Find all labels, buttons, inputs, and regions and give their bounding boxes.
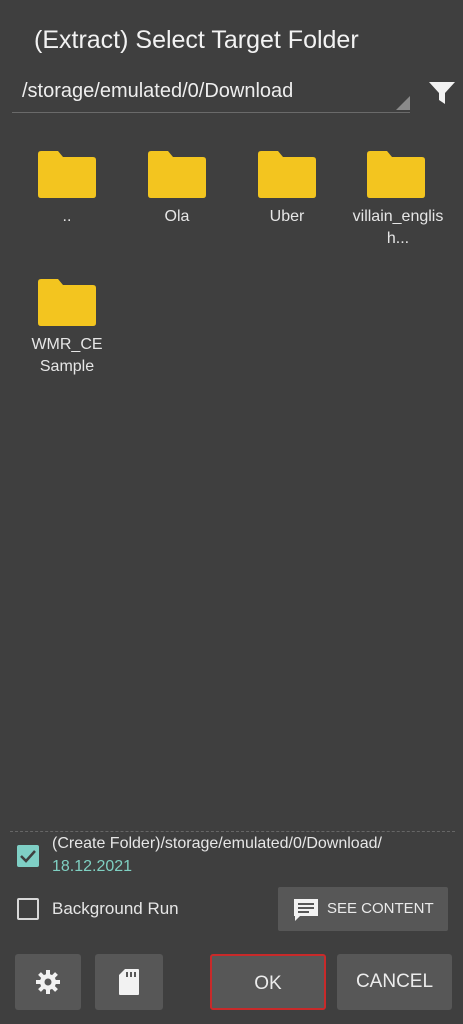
create-folder-checkbox[interactable]: [17, 845, 39, 867]
comment-icon: [294, 899, 318, 921]
folder-name: Uber: [269, 208, 305, 225]
ok-button[interactable]: OK: [210, 954, 326, 1010]
create-folder-label: (Create Folder)/storage/emulated/0/Downl…: [52, 835, 382, 852]
folder-name: villain_english...: [352, 208, 444, 247]
ok-label: OK: [254, 973, 282, 994]
divider: [10, 831, 455, 832]
background-run-label: Background Run: [52, 899, 179, 918]
folder-icon: [148, 151, 206, 198]
gear-icon: [36, 970, 60, 994]
current-path: /storage/emulated/0/Download: [22, 80, 294, 102]
folder-item[interactable]: villain_english...: [348, 148, 444, 250]
folder-icon: [38, 151, 96, 198]
settings-button[interactable]: [15, 954, 81, 1010]
dialog-title: (Extract) Select Target Folder: [34, 26, 359, 54]
filter-icon: [429, 82, 455, 104]
dropdown-arrow-icon: [396, 96, 410, 110]
cancel-label: CANCEL: [355, 971, 434, 992]
cancel-button[interactable]: CANCEL: [337, 954, 452, 1010]
sd-card-icon: [119, 969, 139, 995]
folder-name: Ola: [164, 208, 190, 225]
folder-name: WMR_CE Sample: [31, 336, 103, 375]
folder-icon: [38, 279, 96, 326]
folder-item[interactable]: Ola: [132, 148, 222, 228]
folder-item[interactable]: WMR_CE Sample: [22, 276, 112, 378]
filter-button[interactable]: [427, 78, 457, 108]
see-content-button[interactable]: SEE CONTENT: [278, 887, 448, 931]
create-folder-date: 18.12.2021: [52, 858, 133, 875]
folder-icon: [258, 151, 316, 198]
storage-button[interactable]: [95, 954, 163, 1010]
background-run-checkbox[interactable]: [17, 898, 39, 920]
folder-item[interactable]: ..: [22, 148, 112, 228]
path-dropdown[interactable]: /storage/emulated/0/Download: [12, 74, 410, 113]
check-icon: [20, 850, 36, 863]
see-content-label: SEE CONTENT: [327, 900, 434, 917]
folder-name: ..: [62, 208, 72, 225]
folder-icon: [367, 151, 425, 198]
folder-item[interactable]: Uber: [242, 148, 332, 228]
